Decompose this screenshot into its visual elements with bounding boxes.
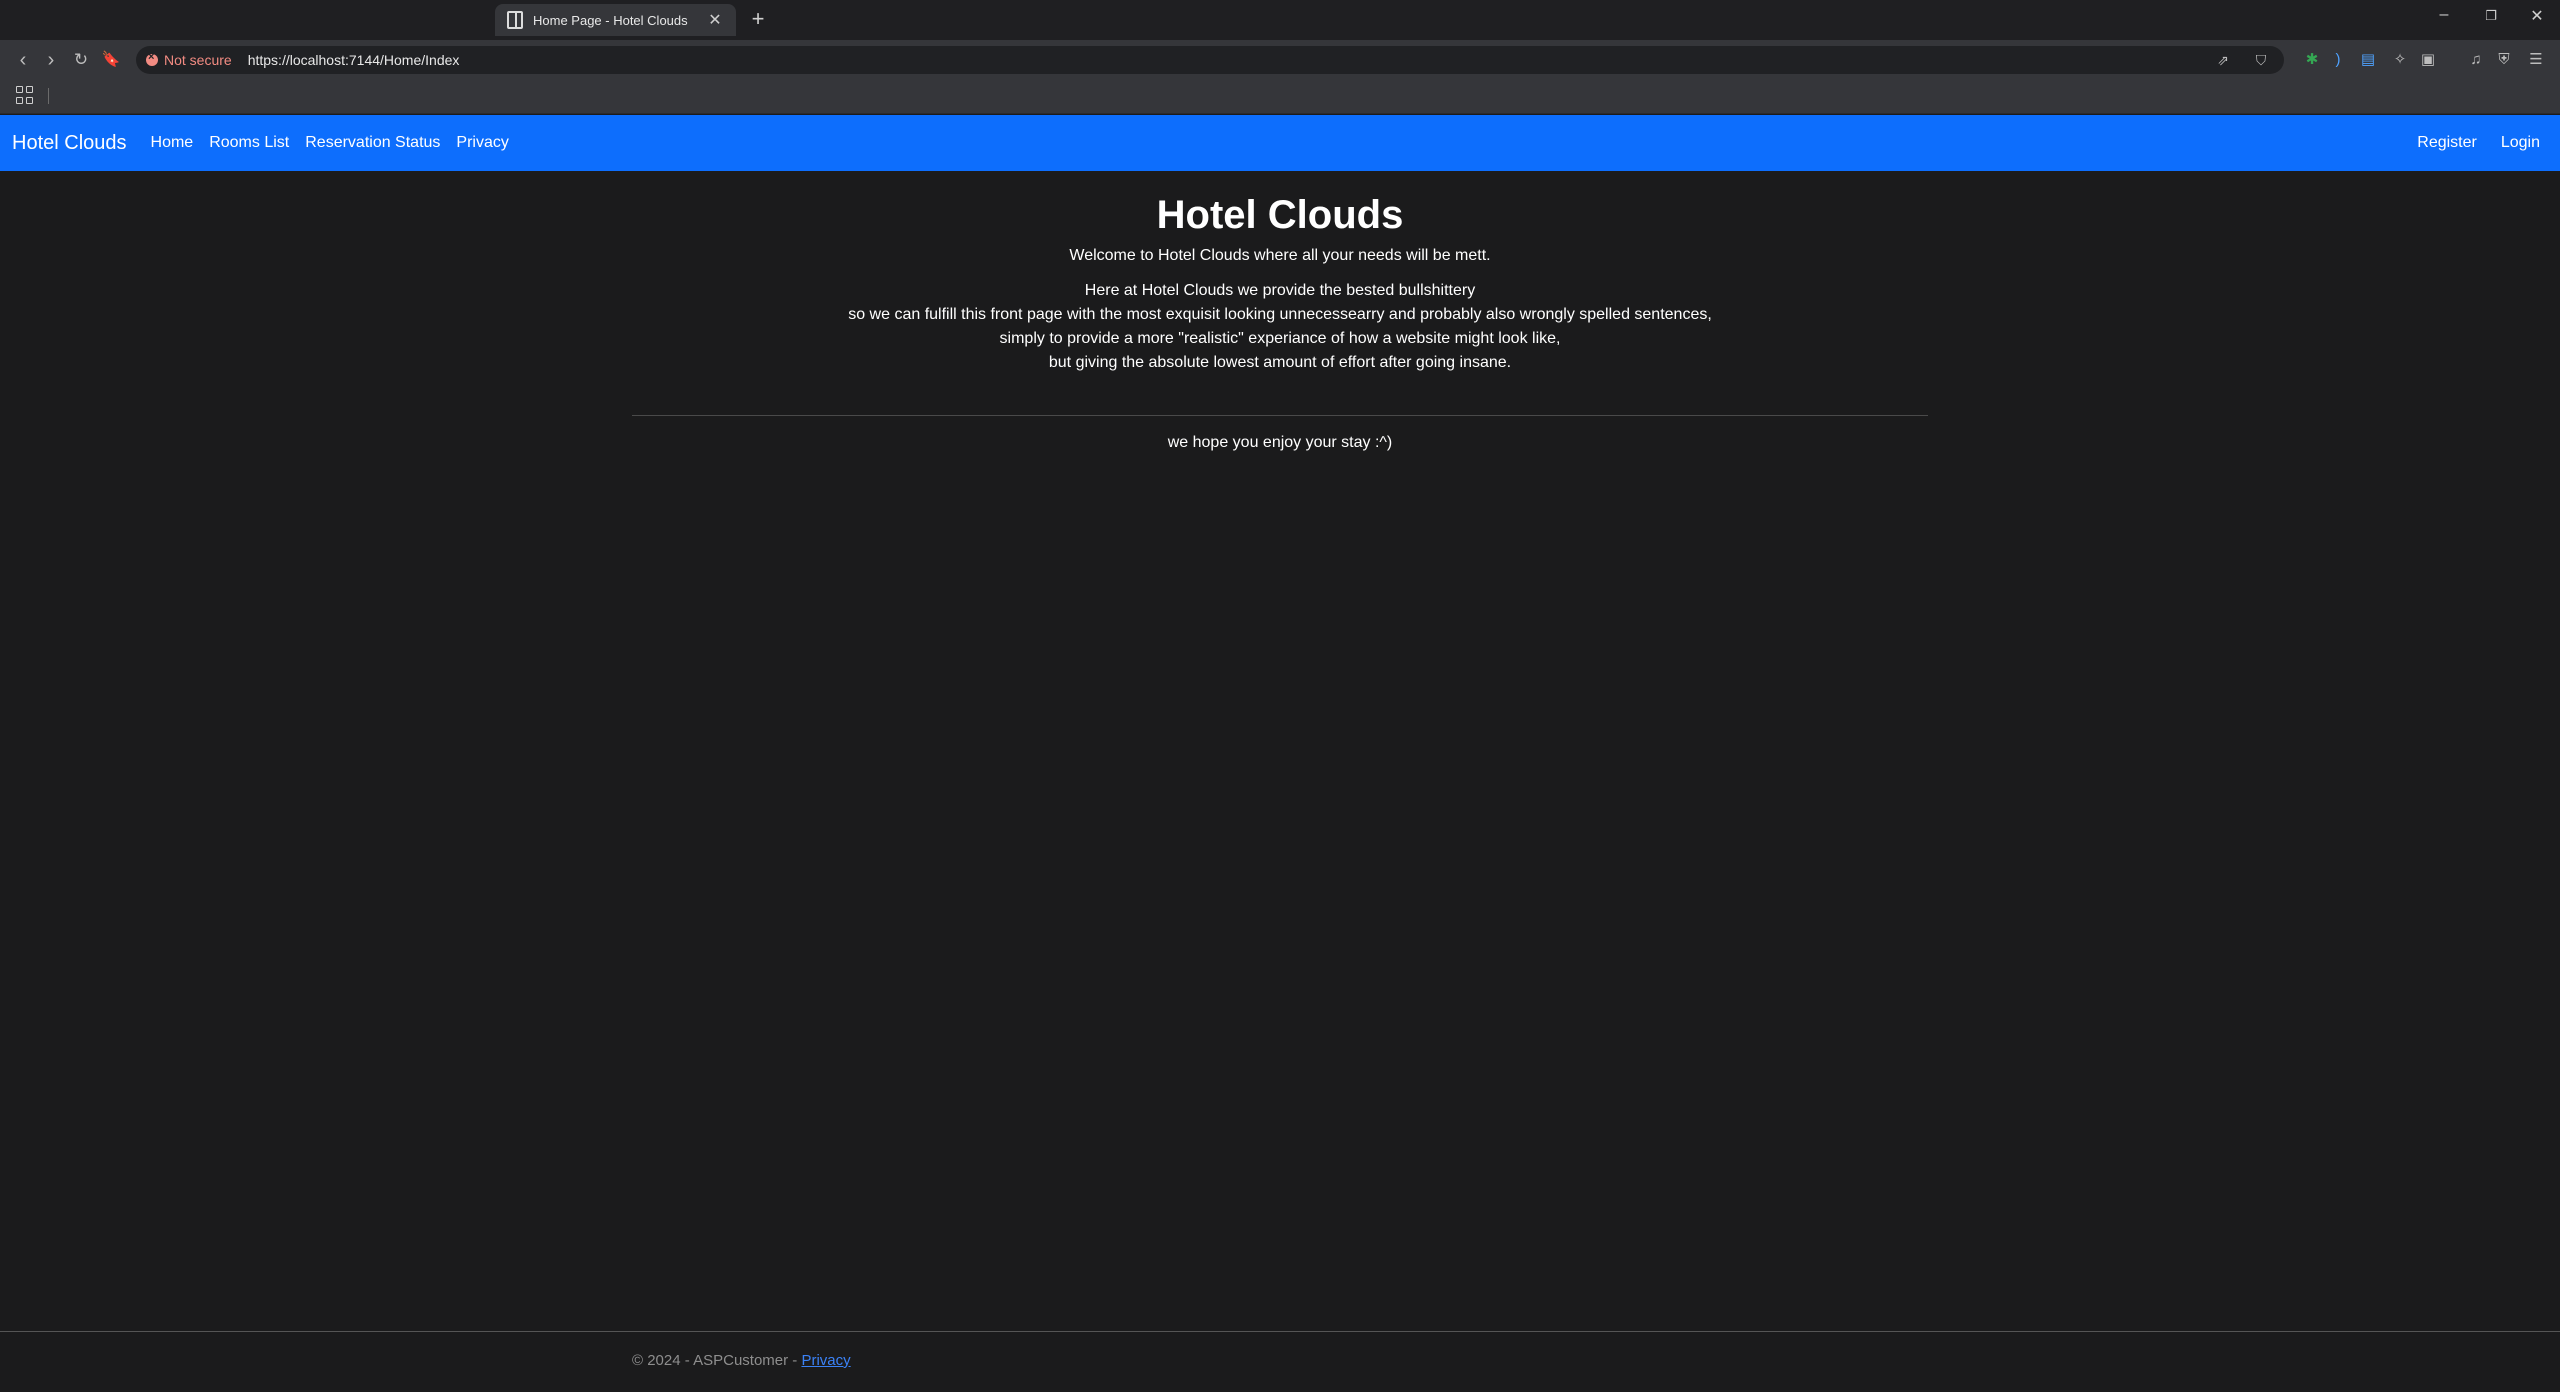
navbar-brand[interactable]: Hotel Clouds [12,132,127,155]
browser-tab[interactable]: Home Page - Hotel Clouds ✕ [495,4,736,36]
bookmarks-bar [0,80,2560,114]
not-secure-icon [146,51,158,66]
intro-line: Here at Hotel Clouds we provide the best… [1084,282,1476,299]
back-icon[interactable]: ‹ [12,49,34,71]
footer-privacy-link[interactable]: Privacy [801,1352,850,1369]
main-content: Hotel Clouds Welcome to Hotel Clouds whe… [632,171,1928,452]
site-navbar: Hotel Clouds Home Rooms List Reservation… [0,115,2560,171]
intro-paragraph: Here at Hotel Clouds we provide the best… [632,279,1928,375]
page-favicon-icon [507,11,523,29]
shield-icon[interactable]: ⛉ [2252,51,2270,69]
menu-icon[interactable]: ☰ [2526,50,2546,70]
extension-store-icon[interactable]: ▤ [2358,50,2378,70]
page-title: Hotel Clouds [1156,193,1404,237]
share-icon[interactable]: ⇗ [2214,51,2232,69]
nav-link-rooms-list[interactable]: Rooms List [209,134,289,152]
closing-text: we hope you enjoy your stay :^) [1167,434,1393,451]
vpn-shield-icon[interactable]: ⛨ [2494,50,2514,70]
intro-line: simply to provide a more "realistic" exp… [999,330,1561,347]
media-music-icon[interactable]: ♫ [2466,50,2486,70]
apps-grid-icon[interactable] [16,86,34,104]
bookmarks-separator [48,88,49,104]
security-label[interactable]: Not secure [164,52,232,68]
intro-line: but giving the absolute lowest amount of… [1048,354,1512,371]
copyright-text: © 2024 - ASPCustomer - [632,1352,802,1369]
reload-icon[interactable]: ↻ [70,49,92,71]
extensions-puzzle-icon[interactable]: ✧ [2390,50,2410,70]
browser-toolbar: ‹ › ↻ 🔖 Not secure https://localhost:714… [0,40,2560,80]
nav-link-login[interactable]: Login [2501,134,2540,152]
sidebar-icon[interactable]: ▣ [2418,50,2438,70]
intro-line: so we can fulfill this front page with t… [848,306,1712,323]
close-tab-icon[interactable]: ✕ [706,10,724,30]
divider [632,415,1928,416]
address-bar[interactable]: Not secure https://localhost:7144/Home/I… [136,46,2284,74]
nav-link-privacy[interactable]: Privacy [456,134,508,152]
restore-icon[interactable]: ❐ [2476,8,2506,24]
minimize-icon[interactable]: – [2429,6,2459,24]
bookmark-icon[interactable]: 🔖 [100,49,122,71]
welcome-text: Welcome to Hotel Clouds where all your n… [1069,247,1491,264]
extension-translate-icon[interactable]: ✱ [2302,50,2322,70]
url-text[interactable]: https://localhost:7144/Home/Index [248,52,460,68]
nav-link-reservation-status[interactable]: Reservation Status [305,134,440,152]
nav-link-register[interactable]: Register [2417,134,2477,152]
tab-title: Home Page - Hotel Clouds [533,12,688,28]
nav-link-home[interactable]: Home [151,134,194,152]
new-tab-icon[interactable]: + [748,8,768,30]
extension-audio-icon[interactable]: ) [2328,50,2348,70]
footer-text: © 2024 - ASPCustomer - Privacy [632,1352,851,1369]
site-footer: © 2024 - ASPCustomer - Privacy [0,1331,2560,1392]
forward-icon[interactable]: › [40,49,62,71]
browser-tabstrip: Home Page - Hotel Clouds ✕ + – ❐ ✕ [0,0,2560,40]
window-close-icon[interactable]: ✕ [2522,6,2552,26]
